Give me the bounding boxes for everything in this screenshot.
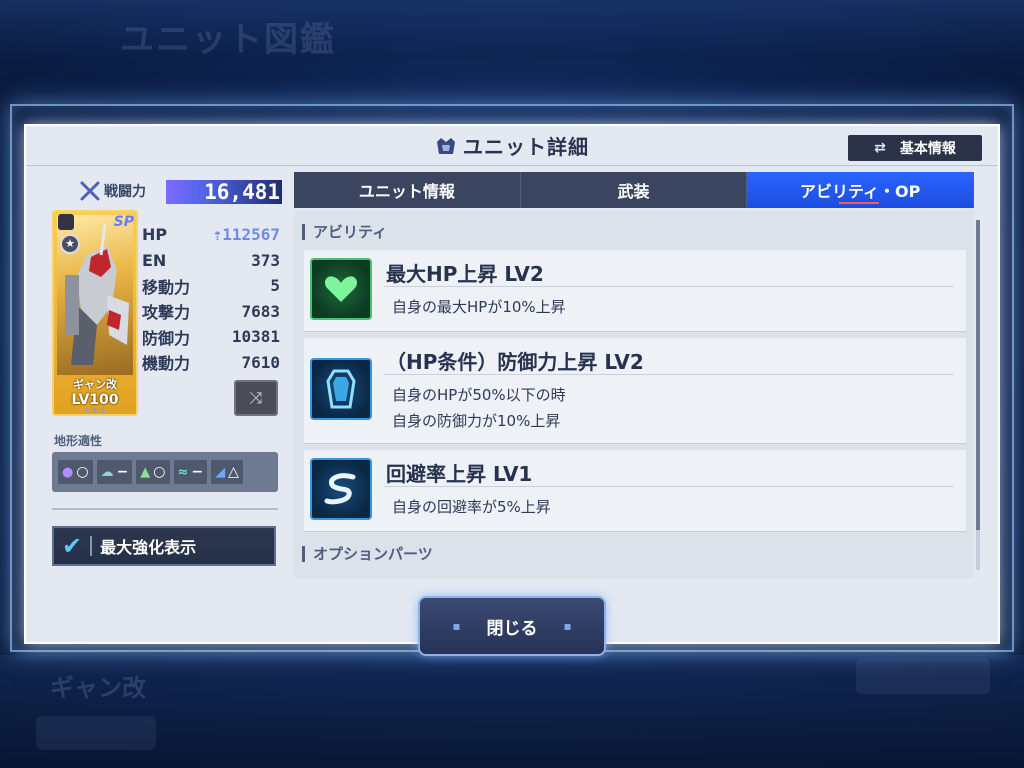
shield-icon — [310, 358, 372, 420]
stat-value: 373 — [251, 250, 280, 270]
swap-icon: ⇄ — [874, 140, 886, 156]
heart-glyph — [324, 276, 358, 302]
coffin-glyph — [326, 369, 356, 409]
land-icon: ▲ — [140, 464, 151, 480]
stat-mobility: 機動力 7610 — [142, 350, 280, 376]
tab-weapons[interactable]: 武装 — [521, 172, 748, 208]
terrain-underwater: ◢ △ — [211, 460, 243, 484]
terrain-rank: △ — [228, 464, 239, 480]
ability-description-line-2: 自身の防御力が10%上昇 — [392, 412, 561, 430]
terrain-rank: − — [191, 464, 204, 480]
terrain-rank: ○ — [76, 464, 89, 480]
basic-info-label: 基本情報 — [899, 141, 956, 157]
separator — [90, 536, 93, 556]
card-unit-name: ギャン改 — [73, 378, 117, 391]
checkmark-icon: ✔ — [62, 532, 83, 560]
stat-label: 防御力 — [142, 328, 191, 348]
background-title: ユニット図鑑 — [120, 20, 336, 60]
crossed-swords-icon — [80, 181, 100, 201]
unit-card[interactable]: ★ SP ギャン改 LV100 ★★★ — [52, 210, 138, 416]
underwater-icon: ◢ — [215, 464, 226, 480]
background-filter-pill — [36, 716, 156, 750]
terrain-air: ☁ − — [96, 460, 133, 484]
stat-movement: 移動力 5 — [142, 273, 280, 299]
combat-power-value: 16,481 — [166, 180, 282, 204]
left-deco-icon: ▪ — [452, 619, 461, 633]
evasion-icon — [310, 458, 372, 520]
option-parts-heading: オプションパーツ — [302, 546, 433, 562]
ability-item-evasion[interactable]: 回避率上昇 LV1 自身の回避率が5%上昇 — [304, 450, 966, 532]
card-stars: ★★★ — [82, 406, 108, 416]
tab-bar: ユニット情報 武装 アビリティ・OP — [294, 172, 975, 208]
ability-name: （HP条件）防御力上昇 LV2 — [386, 350, 644, 374]
left-divider — [52, 508, 278, 510]
terrain-label: 地形適性 — [54, 434, 103, 448]
close-label: 閉じる — [486, 618, 538, 639]
terrain-adaptability: ● ○ ☁ − ▲ ○ ≈ − ◢ △ — [52, 452, 278, 492]
shuffle-button[interactable]: ⤨ — [234, 380, 278, 416]
ability-section-heading: アビリティ — [302, 224, 387, 240]
unit-detail-dialog: ユニット詳細 ⇄ 基本情報 戦闘力 16,481 ★ SP ギャン改 LV100… — [24, 124, 1000, 644]
terrain-rank: − — [116, 464, 129, 480]
ability-description: 自身の最大HPが10%上昇 — [392, 298, 566, 316]
terrain-land: ▲ ○ — [136, 460, 170, 484]
max-enhance-label: 最大強化表示 — [100, 538, 197, 557]
ability-item-defense[interactable]: （HP条件）防御力上昇 LV2 自身のHPが50%以下の時 自身の防御力が10%… — [304, 338, 966, 444]
ability-divider — [384, 486, 954, 487]
up-arrow-icon: ⇡ — [212, 225, 223, 245]
stat-label: 移動力 — [142, 277, 191, 297]
ability-name: 回避率上昇 LV1 — [386, 462, 533, 486]
stat-label: HP — [142, 225, 168, 245]
stat-defense: 防御力 10381 — [142, 324, 280, 350]
terrain-space: ● ○ — [58, 460, 93, 484]
scrollbar-thumb[interactable] — [976, 220, 980, 530]
ability-divider — [384, 374, 954, 375]
water-icon: ≈ — [177, 464, 189, 480]
stat-value: 7683 — [241, 301, 280, 321]
star-badge-icon: ★ — [60, 234, 80, 254]
dialog-header: ユニット詳細 ⇄ 基本情報 — [26, 126, 998, 166]
ability-content[interactable]: アビリティ 最大HP上昇 LV2 自身の最大HPが10%上昇 （HP条件）防御力… — [294, 210, 974, 578]
combat-power-row: 戦闘力 16,481 — [78, 178, 286, 204]
stat-label: 機動力 — [142, 354, 191, 374]
background-search — [856, 658, 990, 694]
ability-item-max-hp[interactable]: 最大HP上昇 LV2 自身の最大HPが10%上昇 — [304, 250, 966, 332]
basic-info-button[interactable]: ⇄ 基本情報 — [848, 135, 982, 161]
ability-name: 最大HP上昇 LV2 — [386, 262, 544, 286]
terrain-rank: ○ — [153, 464, 166, 480]
stat-attack: 攻撃力 7683 — [142, 299, 280, 325]
combat-power-label: 戦闘力 — [104, 184, 146, 200]
stats-list: HP ⇡112567 EN 373 移動力 5 攻撃力 7683 防御力 103… — [142, 222, 280, 375]
ability-description: 自身の回避率が5%上昇 — [392, 498, 551, 516]
shuffle-icon: ⤨ — [249, 388, 263, 407]
stat-value: 10381 — [231, 327, 280, 347]
rarity-badge — [58, 214, 74, 230]
stat-value: 5 — [270, 276, 280, 296]
tab-ability-op[interactable]: アビリティ・OP — [747, 172, 975, 208]
stat-value: ⇡112567 — [213, 225, 280, 244]
stat-en: EN 373 — [142, 248, 280, 274]
space-icon: ● — [62, 464, 74, 480]
close-button[interactable]: ▪ 閉じる ▪ — [418, 596, 606, 656]
sp-badge: SP — [113, 214, 134, 230]
stat-value: 7610 — [241, 352, 280, 372]
background-unit-name: ギャン改 — [50, 674, 146, 702]
heart-icon — [310, 258, 372, 320]
air-icon: ☁ — [100, 464, 114, 480]
stat-label: EN — [142, 250, 167, 270]
tab-unit-info[interactable]: ユニット情報 — [294, 172, 521, 208]
hp-value: 112567 — [222, 225, 280, 245]
stat-label: 攻撃力 — [142, 303, 191, 323]
ability-description-line-1: 自身のHPが50%以下の時 — [392, 386, 566, 404]
unit-emblem-icon — [437, 137, 455, 154]
dialog-title: ユニット詳細 — [463, 135, 589, 159]
right-deco-icon: ▪ — [563, 619, 572, 633]
stat-hp: HP ⇡112567 — [142, 222, 280, 248]
terrain-water: ≈ − — [173, 460, 208, 484]
ability-divider — [384, 286, 954, 287]
swoosh-glyph — [324, 473, 356, 505]
max-enhance-toggle[interactable]: ✔ 最大強化表示 — [52, 526, 276, 566]
